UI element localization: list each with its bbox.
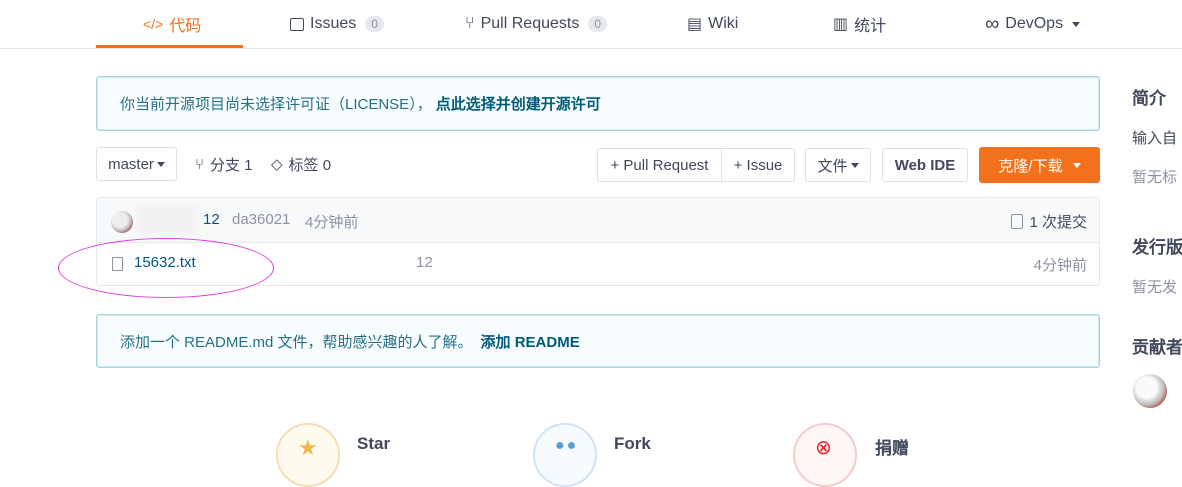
chevron-down-icon (1072, 162, 1081, 168)
intro-text: 输入自 (1132, 130, 1178, 147)
tab-label: 统计 (854, 18, 887, 35)
new-pull-request-button[interactable]: + Pull Request (597, 148, 722, 182)
branches-link[interactable]: ⑂ 分支 1 (195, 147, 253, 181)
star-icon: ★ (298, 435, 318, 460)
devops-icon: ∞ (985, 12, 1000, 35)
clone-download-button[interactable]: 克隆/下载 (979, 147, 1100, 183)
commits-icon (1011, 214, 1024, 229)
pull-request-icon: ⑂ (465, 15, 475, 32)
wiki-icon: ▤ (687, 16, 703, 33)
tab-stats[interactable]: ▥ 统计 (833, 0, 886, 48)
web-ide-button[interactable]: Web IDE (882, 148, 968, 182)
contributor-avatar[interactable] (1133, 374, 1167, 408)
tab-label: Issues (310, 15, 357, 32)
latest-commit-bar: 12 da36021 4分钟前 1 次提交 (97, 198, 1099, 243)
create-license-link[interactable]: 点此选择并创建开源许可 (436, 93, 601, 114)
tab-devops[interactable]: ∞ DevOps (985, 0, 1081, 48)
files-menu-label: 文件 (817, 157, 848, 175)
intro-tags: 暂无标 (1132, 169, 1178, 186)
tab-code[interactable]: </> 代码 (143, 0, 201, 48)
code-icon: </> (143, 16, 164, 32)
tab-wiki[interactable]: ▤ Wiki (687, 0, 738, 48)
star-button[interactable]: ★ (276, 423, 340, 487)
tab-label: Pull Requests (480, 15, 580, 32)
donate-button[interactable]: ⊗ (793, 423, 857, 487)
tab-label: Wiki (708, 15, 739, 32)
branch-select[interactable]: master (96, 147, 177, 181)
branch-select-value: master (108, 155, 154, 173)
tags-label: 标签 0 (288, 156, 332, 174)
issues-icon (290, 17, 304, 31)
new-issue-label: + Issue (733, 156, 783, 174)
license-notice-text: 你当前开源项目尚未选择许可证（LICENSE）， (120, 96, 432, 113)
intro-heading: 简介 (1132, 89, 1166, 108)
branches-label: 分支 1 (210, 156, 253, 174)
commit-count-label: 1 次提交 (1029, 214, 1087, 231)
avatar[interactable] (111, 211, 133, 233)
repo-nav-bar: </> 代码 Issues 0 ⑂ Pull Requests 0 ▤ Wiki… (0, 0, 1182, 49)
commit-time: 4分钟前 (305, 214, 359, 231)
chevron-down-icon (850, 162, 859, 168)
new-pull-request-label: + Pull Request (610, 156, 709, 174)
contributors-heading: 贡献者 (1132, 338, 1182, 357)
chevron-down-icon (156, 161, 165, 167)
tab-label: 代码 (169, 18, 202, 35)
donate-icon: ⊗ (815, 437, 832, 459)
fork-button[interactable]: ●● (533, 423, 597, 487)
stats-icon: ▥ (833, 16, 849, 33)
add-readme-link[interactable]: 添加 README (481, 331, 580, 352)
star-label: Star (357, 434, 391, 453)
tag-icon: ◇ (271, 156, 283, 173)
readme-notice: 添加一个 README.md 文件，帮助感兴趣的人了解。 添加 README (96, 314, 1100, 368)
pull-requests-count-badge: 0 (588, 16, 608, 32)
files-menu-button[interactable]: 文件 (805, 148, 871, 182)
tab-label: DevOps (1005, 15, 1064, 32)
fork-label: Fork (614, 434, 651, 453)
branch-icon: ⑂ (195, 155, 205, 173)
file-commit-message[interactable]: 12 (416, 254, 433, 271)
tab-pull-requests[interactable]: ⑂ Pull Requests 0 (465, 0, 608, 48)
redacted-author (137, 206, 197, 234)
tags-link[interactable]: ◇ 标签 0 (271, 147, 331, 181)
clone-download-label: 克隆/下载 (998, 157, 1063, 175)
commit-message-link[interactable]: 12 (203, 211, 220, 228)
releases-heading: 发行版 (1132, 238, 1182, 257)
donate-label: 捐赠 (875, 439, 909, 458)
commit-count-link[interactable]: 1 次提交 (1011, 211, 1087, 232)
readme-notice-text: 添加一个 README.md 文件，帮助感兴趣的人了解。 (120, 333, 473, 351)
commit-hash-link[interactable]: da36021 (232, 211, 290, 228)
active-tab-indicator (96, 45, 243, 48)
tab-issues[interactable]: Issues 0 (290, 0, 384, 48)
chevron-down-icon (1072, 21, 1081, 27)
web-ide-label: Web IDE (894, 156, 956, 174)
new-issue-button[interactable]: + Issue (721, 148, 795, 182)
license-notice: 你当前开源项目尚未选择许可证（LICENSE）， 点此选择并创建开源许可 (96, 76, 1100, 131)
file-commit-time: 4分钟前 (1033, 257, 1087, 274)
fork-icon: ●● (555, 437, 579, 454)
releases-text: 暂无发 (1132, 279, 1178, 296)
annotation-ellipse (58, 238, 274, 298)
issues-count-badge: 0 (365, 16, 384, 32)
